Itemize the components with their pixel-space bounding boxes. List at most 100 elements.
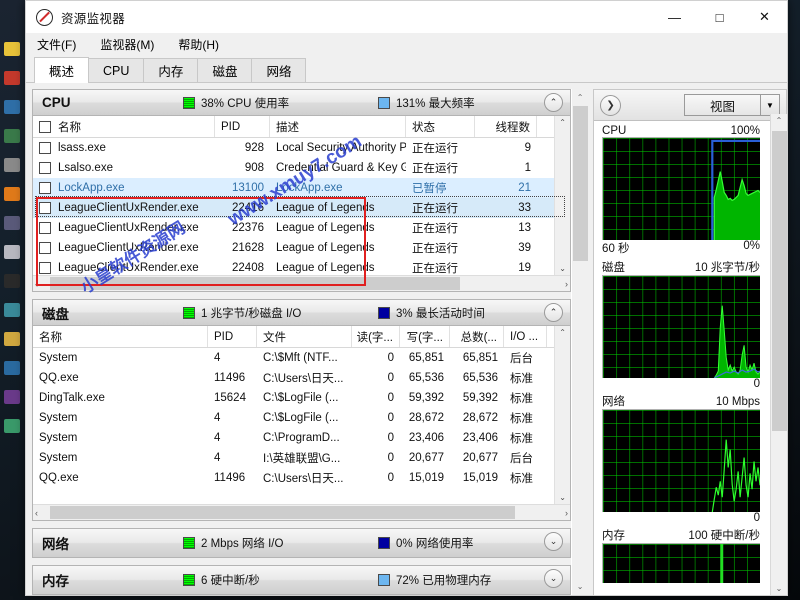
table-row[interactable]: System 4 I:\英雄联盟\G... 0 20,677 20,677 后台 <box>33 448 554 468</box>
table-row[interactable]: LeagueClientUxRender.exe 21628 League of L… <box>33 238 554 258</box>
tab-cpu[interactable]: CPU <box>88 58 145 82</box>
disk-vertical-scrollbar[interactable]: ⌃ ⌄ <box>554 326 571 504</box>
table-row[interactable]: Lsalso.exe 908 Credential Guard & Key Gu..… <box>33 158 554 178</box>
desktop-icon <box>1 94 23 120</box>
cpu-hscroll-thumb[interactable] <box>50 277 460 290</box>
tab-disk[interactable]: 磁盘 <box>197 58 253 82</box>
scroll-right-icon[interactable]: › <box>565 279 568 289</box>
row-status-cell: 正在运行 <box>412 143 458 155</box>
cpu-col-name[interactable]: 名称 <box>33 116 215 137</box>
disk-horizontal-scrollbar[interactable]: ‹ › <box>33 504 571 520</box>
disk-col-name[interactable]: 名称 <box>33 326 208 347</box>
graph-disk-plot <box>602 275 761 378</box>
row-threads-cell: 1 <box>524 162 531 174</box>
row-checkbox[interactable] <box>39 182 51 194</box>
close-button[interactable]: ✕ <box>742 2 787 33</box>
disk-hscroll-thumb[interactable] <box>50 506 515 519</box>
row-checkbox[interactable] <box>39 262 51 274</box>
darkblue-swatch-icon <box>378 306 390 319</box>
tab-memory[interactable]: 内存 <box>143 58 199 82</box>
chevron-down-icon[interactable]: ▼ <box>760 95 779 115</box>
row-file-cell: C:\Users\日天... <box>263 373 344 385</box>
row-checkbox[interactable] <box>39 202 51 214</box>
disk-col-write[interactable]: 写(字... <box>400 326 450 347</box>
table-row[interactable]: DingTalk.exe 15624 C:\$LogFile (... 0 59,392… <box>33 388 554 408</box>
row-checkbox[interactable] <box>39 142 51 154</box>
disk-col-total[interactable]: 总数(... <box>450 326 504 347</box>
cpu-col-desc[interactable]: 描述 <box>270 116 406 137</box>
memory-expand-button[interactable]: ⌄ <box>544 569 564 588</box>
scroll-down-icon[interactable]: ⌄ <box>559 493 566 502</box>
scroll-down-icon[interactable]: ⌄ <box>571 578 589 595</box>
row-checkbox[interactable] <box>39 162 51 174</box>
disk-panel-header[interactable]: 磁盘 1 兆字节/秒磁盘 I/O 3% 最长活动时间 ⌃ <box>33 300 571 326</box>
row-write-cell: 65,536 <box>408 372 444 384</box>
memory-panel-header[interactable]: 内存 6 硬中断/秒 72% 已用物理内存 ⌄ <box>33 566 571 594</box>
scroll-up-icon[interactable]: ⌃ <box>559 118 566 127</box>
menu-file[interactable]: 文件(F) <box>34 35 79 54</box>
table-row[interactable]: System 4 C:\ProgramD... 0 23,406 23,406 标准 <box>33 428 554 448</box>
expand-arrow-icon[interactable]: ❯ <box>600 94 622 116</box>
scroll-right-icon[interactable]: › <box>565 508 568 518</box>
cpu-col-threads[interactable]: 线程数 <box>475 116 537 137</box>
desktop-icon <box>1 123 23 149</box>
table-row[interactable]: LeagueClientUxRender.exe 22408 League of L… <box>33 258 554 275</box>
scroll-down-icon[interactable]: ⌄ <box>776 584 783 593</box>
view-dropdown[interactable]: 视图 ▼ <box>684 94 780 116</box>
tab-overview[interactable]: 概述 <box>34 57 90 83</box>
row-pid-cell: 908 <box>244 162 264 174</box>
menu-monitor[interactable]: 监视器(M) <box>97 35 157 54</box>
graph-network: 网络 10 Mbps 0 <box>602 393 784 524</box>
table-row[interactable]: System 4 C:\$LogFile (... 0 28,672 28,672 标准 <box>33 408 554 428</box>
scroll-down-icon[interactable]: ⌄ <box>559 264 566 273</box>
select-all-checkbox[interactable] <box>39 120 51 133</box>
cpu-horizontal-scrollbar[interactable]: ‹ › <box>33 275 571 291</box>
tab-network[interactable]: 网络 <box>251 58 307 82</box>
scroll-left-icon[interactable]: ‹ <box>35 508 38 518</box>
row-checkbox[interactable] <box>39 222 51 234</box>
left-scroll-thumb[interactable] <box>573 106 589 261</box>
minimize-button[interactable]: — <box>652 2 697 33</box>
right-scroll-thumb[interactable] <box>772 131 787 431</box>
menu-help[interactable]: 帮助(H) <box>175 35 222 54</box>
table-row[interactable]: lsass.exe 928 Local Security Authority Pr.… <box>33 138 554 158</box>
table-row[interactable]: LockApp.exe 13100 LockApp.exe 已暂停 21 <box>33 178 555 198</box>
darkblue-swatch-icon <box>378 537 390 549</box>
maximize-button[interactable]: □ <box>697 2 742 33</box>
cpu-col-status[interactable]: 状态 <box>406 116 475 137</box>
right-pane-scrollbar[interactable]: ⌃ ⌄ <box>770 114 787 595</box>
row-total-cell: 28,672 <box>462 412 498 424</box>
graph-memory-svg <box>720 544 724 583</box>
cpu-panel-header[interactable]: CPU 38% CPU 使用率 131% 最大频率 ⌃ <box>33 90 571 116</box>
cpu-col-pid[interactable]: PID <box>215 116 270 137</box>
table-row[interactable]: QQ.exe 11496 C:\Users\日天... 0 15,019 15,019 标准 <box>33 468 554 488</box>
disk-collapse-button[interactable]: ⌃ <box>544 303 564 322</box>
network-expand-button[interactable]: ⌄ <box>544 532 564 551</box>
row-threads-cell: 9 <box>524 142 531 154</box>
table-row[interactable]: QQ.exe 11496 C:\Users\日天... 0 65,536 65,536 标准 <box>33 368 554 388</box>
left-pane-scrollbar[interactable]: ⌃ ⌄ <box>571 89 589 595</box>
table-row[interactable]: LeagueClientUxRender.exe 22416 League of L… <box>33 198 555 218</box>
row-name-cell: System <box>39 352 78 364</box>
row-threads-cell: 33 <box>518 202 531 214</box>
scroll-up-icon[interactable]: ⌃ <box>776 116 783 125</box>
row-read-cell: 0 <box>387 392 394 404</box>
table-row[interactable]: LeagueClientUxRender.exe 22376 League of L… <box>33 218 554 238</box>
disk-col-read[interactable]: 读(字... <box>352 326 400 347</box>
row-total-cell: 20,677 <box>462 452 498 464</box>
disk-col-iopriority[interactable]: I/O ... <box>504 326 547 347</box>
window-title: 资源监视器 <box>61 11 126 26</box>
view-dropdown-label: 视图 <box>685 95 760 115</box>
graph-cpu-time: 60 秒 <box>602 243 630 255</box>
row-checkbox[interactable] <box>39 242 51 254</box>
network-panel-header[interactable]: 网络 2 Mbps 网络 I/O 0% 网络使用率 ⌄ <box>33 529 571 557</box>
disk-col-pid[interactable]: PID <box>208 326 257 347</box>
graph-network-title: 网络 <box>602 396 626 408</box>
scroll-left-icon[interactable]: ‹ <box>35 279 38 289</box>
scroll-up-icon[interactable]: ⌃ <box>559 328 566 337</box>
cpu-vertical-scrollbar[interactable]: ⌃ ⌄ <box>554 116 571 275</box>
scroll-up-icon[interactable]: ⌃ <box>571 89 589 106</box>
cpu-collapse-button[interactable]: ⌃ <box>544 93 564 112</box>
table-row[interactable]: System 4 C:\$Mft (NTF... 0 65,851 65,851 后台 <box>33 348 554 368</box>
disk-col-file[interactable]: 文件 <box>257 326 352 347</box>
